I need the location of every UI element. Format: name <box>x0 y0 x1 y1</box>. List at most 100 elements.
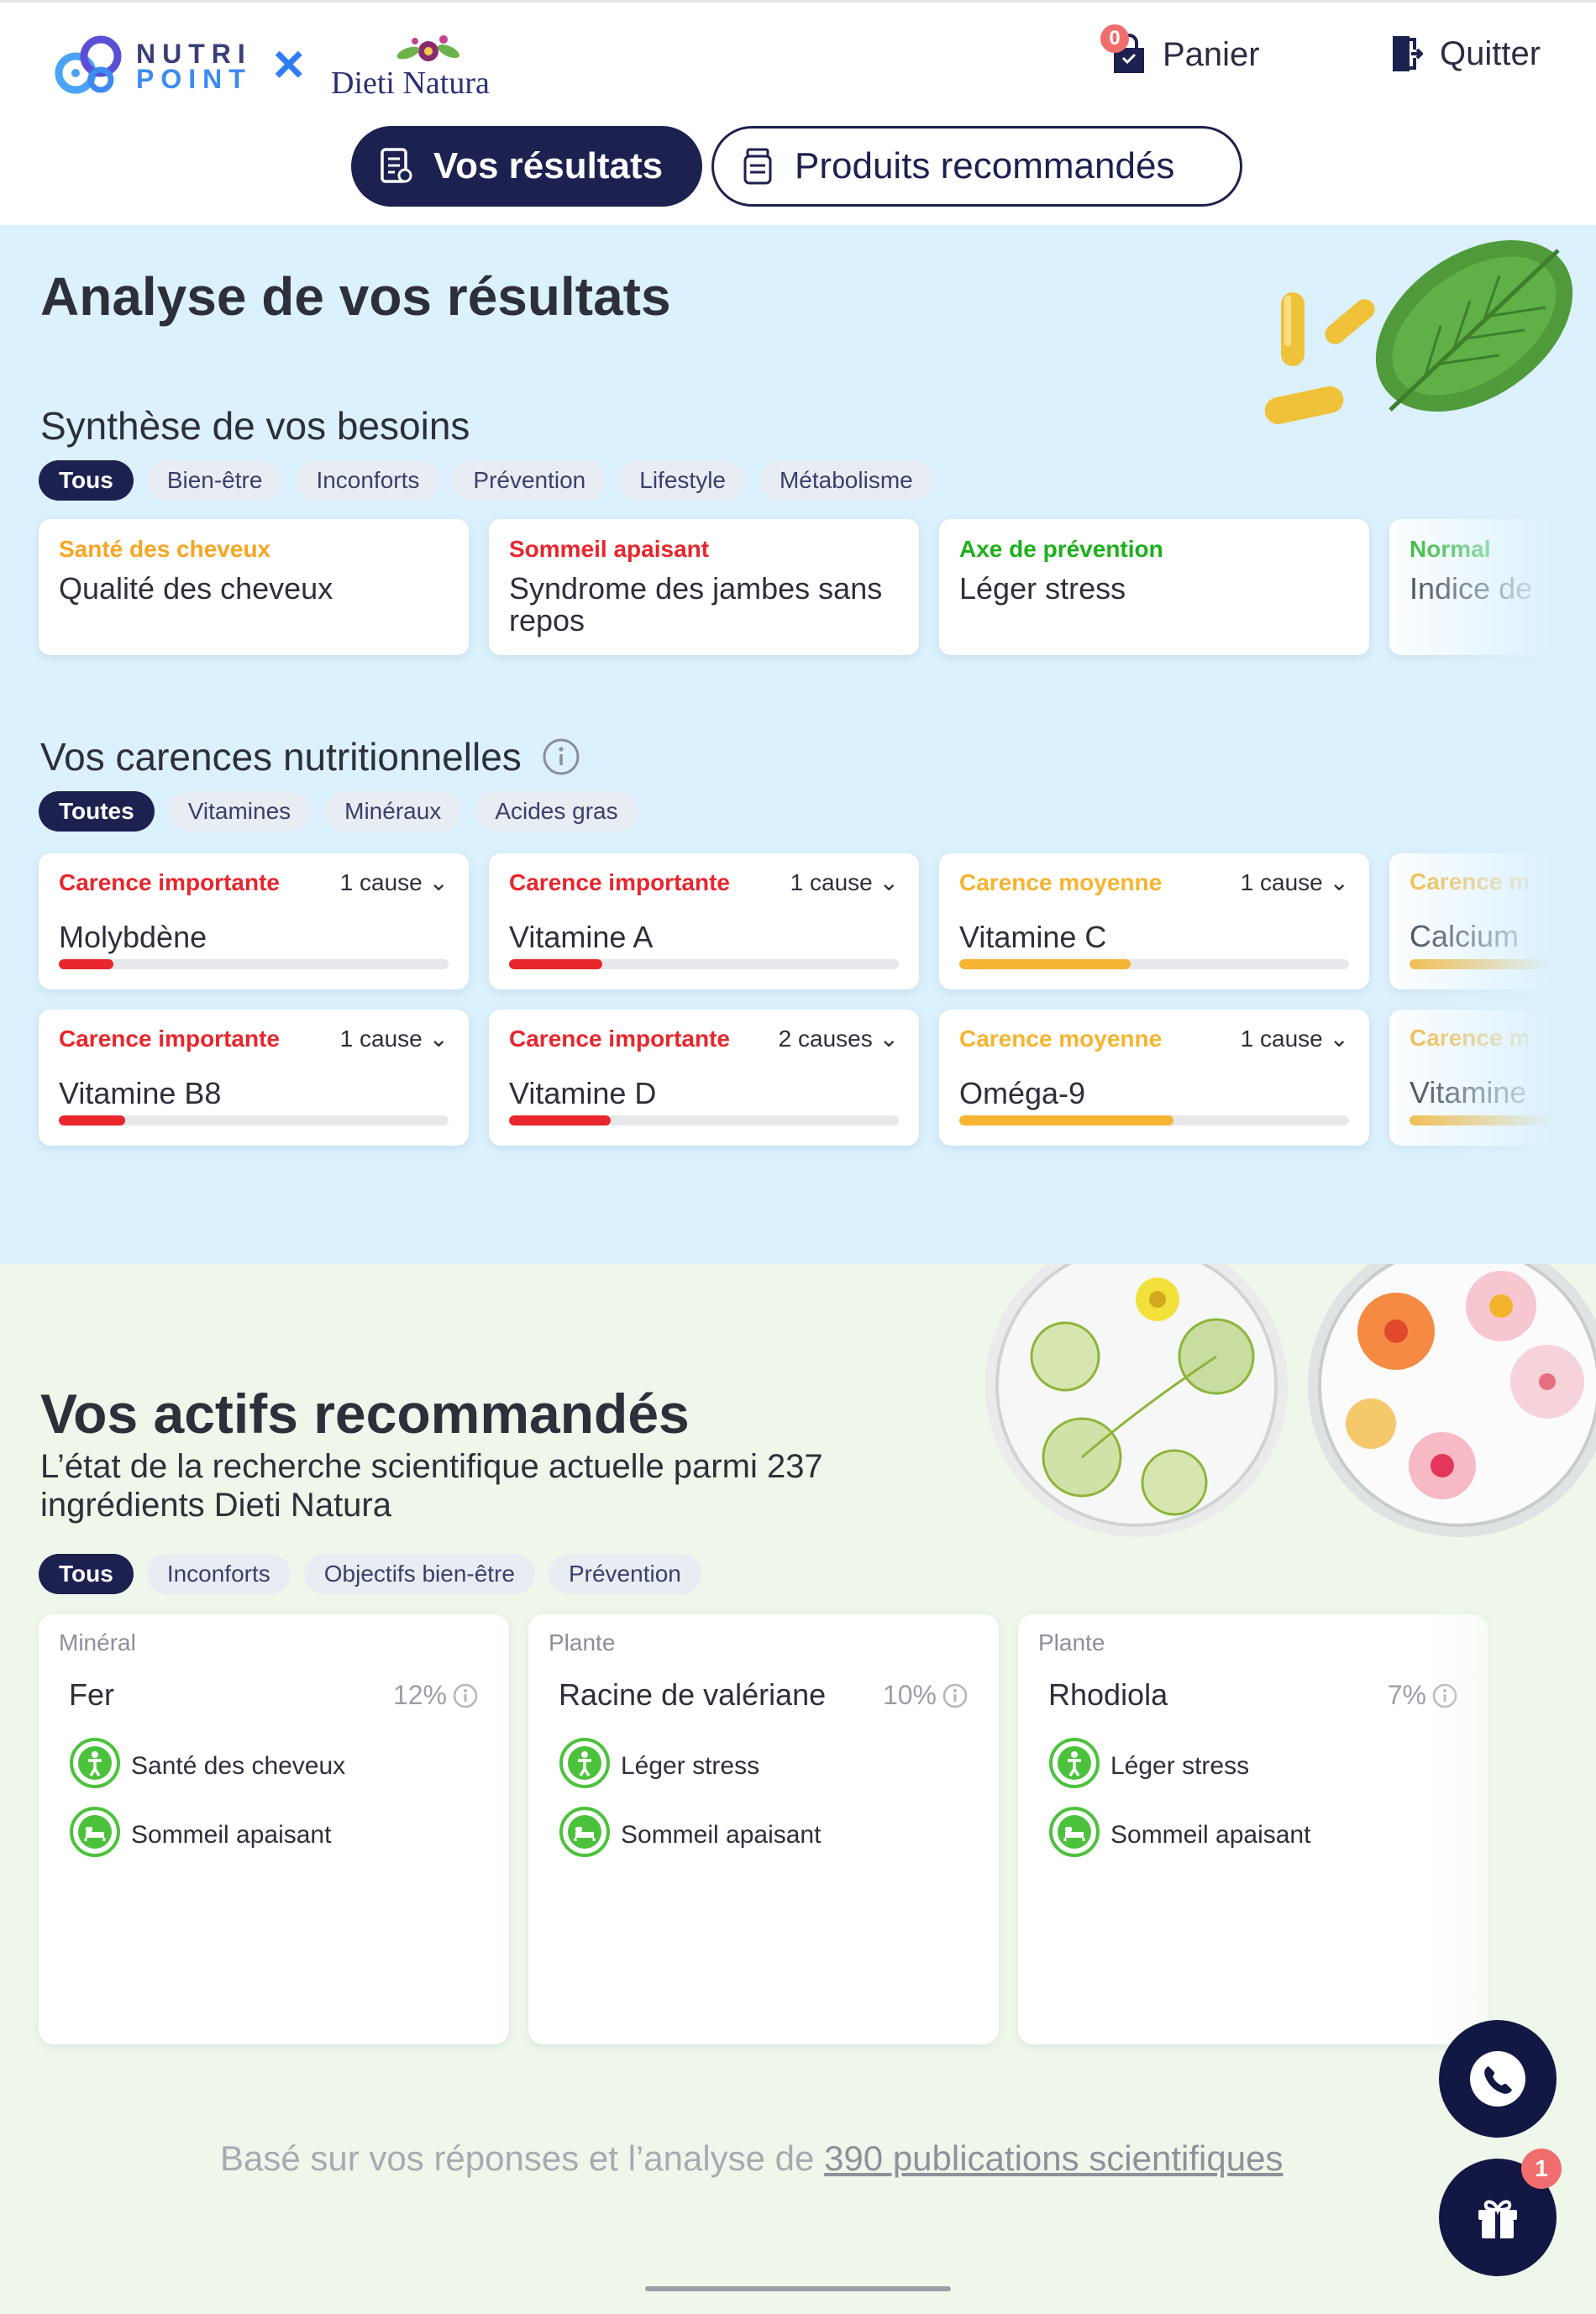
active-card[interactable]: Plante Rhodiola 7% Léger stress Sommeil apai… <box>1018 1614 1488 2044</box>
active-card[interactable]: Minéral Fer 12% Santé des cheveux Sommeil ap… <box>39 1614 509 2044</box>
publications-link[interactable]: 390 publications scientifiques <box>824 2138 1283 2178</box>
need-category: Axe de prévention <box>959 536 1163 562</box>
info-icon[interactable] <box>942 1682 969 1709</box>
actives-filter-chip[interactable]: Prévention <box>548 1554 701 1594</box>
cause-dropdown[interactable]: 1 cause ⌄ <box>790 868 899 896</box>
needs-filter-chip[interactable]: Lifestyle <box>619 460 746 501</box>
needs-filter-chip[interactable]: Tous <box>39 460 134 501</box>
footer-note-prefix: Basé sur vos réponses et l’analyse de <box>220 2138 825 2178</box>
carousel-fade <box>1428 1614 1596 2044</box>
dieti-natura-logo[interactable]: Dieti Natura <box>328 33 533 103</box>
deficiency-card[interactable]: Carence moyenne 1 cause ⌄ Oméga-9 <box>939 1010 1369 1146</box>
deficiency-severity: Carence moyenne <box>959 868 1163 895</box>
deficiency-card[interactable]: Carence importante 1 cause ⌄ Vitamine A <box>489 853 919 989</box>
actives-filter-chip[interactable]: Objectifs bien-être <box>303 1554 535 1594</box>
deficiency-name: Molybdène <box>59 920 207 954</box>
needs-filter-chip[interactable]: Inconforts <box>296 460 440 501</box>
deficiency-filter-chips: Toutes Vitamines Minéraux Acides gras <box>39 791 638 832</box>
document-icon <box>381 148 412 183</box>
tab-results[interactable]: Vos résultats <box>351 126 702 207</box>
logo-cross-separator: × <box>273 34 305 94</box>
shopping-bag-icon: 0 <box>1100 24 1147 76</box>
deficiency-card[interactable]: Carence m Calcium <box>1389 853 1596 989</box>
need-card[interactable]: Axe de prévention Léger stress <box>939 519 1369 655</box>
deficiencies-title-text: Vos carences nutritionnelles <box>40 735 522 779</box>
analysis-section: Analyse de vos résultats Synthèse de vos… <box>0 225 1596 1264</box>
deficiency-card[interactable]: Carence m Vitamine <box>1389 1010 1596 1146</box>
nutripoint-wordmark: NUTRI POINT <box>136 39 252 92</box>
info-icon[interactable] <box>452 1682 479 1709</box>
info-icon[interactable] <box>542 737 580 776</box>
deficiency-level-fill <box>1410 1115 1566 1126</box>
quit-button[interactable]: Quitter <box>1389 33 1541 75</box>
cause-count: 1 cause <box>790 869 873 895</box>
deficiency-name: Vitamine A <box>509 920 654 954</box>
need-card[interactable]: Normal Indice de <box>1389 519 1596 655</box>
chevron-down-icon: ⌄ <box>428 869 449 895</box>
deficiency-filter-chip[interactable]: Toutes <box>39 791 155 832</box>
needs-filter-chip[interactable]: Bien-être <box>146 460 283 501</box>
benefit-label: Léger stress <box>621 1752 760 1780</box>
deficiency-name: Vitamine <box>1410 1075 1527 1110</box>
tab-results-label: Vos résultats <box>433 145 664 186</box>
cart-button[interactable]: 0 Panier <box>1100 24 1260 76</box>
deficiency-card[interactable]: Carence importante 1 cause ⌄ Molybdène <box>39 853 469 989</box>
deficiency-name: Vitamine D <box>509 1076 657 1110</box>
deficiency-filter-chip[interactable]: Vitamines <box>167 791 312 832</box>
chevron-down-icon: ⌄ <box>428 1026 449 1052</box>
need-card[interactable]: Santé des cheveux Qualité des cheveux <box>39 519 469 655</box>
need-category: Normal <box>1410 536 1491 562</box>
need-text: Qualité des cheveux <box>59 571 333 606</box>
deficiency-name: Vitamine B8 <box>59 1076 222 1110</box>
active-percentage-value: 12% <box>392 1680 447 1710</box>
active-type: Plante <box>1038 1629 1105 1655</box>
nutripoint-mark-icon <box>55 35 122 94</box>
deficiency-card[interactable]: Carence importante 2 causes ⌄ Vitamine D <box>489 1010 919 1146</box>
jar-icon <box>743 148 772 185</box>
cause-count: 1 cause <box>1240 869 1323 895</box>
deficiency-filter-chip[interactable]: Minéraux <box>324 791 462 832</box>
deficiency-severity: Carence moyenne <box>959 1025 1163 1052</box>
need-card[interactable]: Sommeil apaisant Syndrome des jambes san… <box>489 519 919 655</box>
active-benefit: Sommeil apaisant <box>1048 1806 1310 1865</box>
benefit-label: Santé des cheveux <box>131 1752 346 1780</box>
deficiency-level-fill <box>509 1115 611 1126</box>
deficiency-name: Oméga-9 <box>959 1076 1086 1110</box>
call-button[interactable] <box>1439 2020 1557 2138</box>
person-icon <box>69 1737 131 1796</box>
deficiency-name: Calcium <box>1410 919 1520 953</box>
quit-label: Quitter <box>1440 34 1541 72</box>
home-indicator <box>645 2286 951 2291</box>
needs-filter-chip[interactable]: Prévention <box>453 460 606 501</box>
deficiency-severity: Carence importante <box>509 868 730 895</box>
needs-filter-chip[interactable]: Métabolisme <box>759 460 933 501</box>
deficiency-severity: Carence importante <box>59 1025 280 1052</box>
deficiency-card[interactable]: Carence moyenne 1 cause ⌄ Vitamine C <box>939 853 1369 989</box>
deficiency-card[interactable]: Carence importante 1 cause ⌄ Vitamine B8 <box>39 1010 469 1146</box>
actives-filter-chip[interactable]: Tous <box>39 1554 134 1594</box>
active-type: Minéral <box>59 1629 136 1655</box>
cause-dropdown[interactable]: 2 causes ⌄ <box>779 1025 899 1052</box>
benefit-label: Sommeil apaisant <box>131 1821 332 1849</box>
cause-dropdown[interactable]: 1 cause ⌄ <box>1241 1025 1349 1052</box>
need-category: Santé des cheveux <box>59 536 271 562</box>
active-card[interactable]: Plante Racine de valériane 10% Léger stress… <box>528 1614 999 2044</box>
active-benefit: Léger stress <box>1048 1737 1249 1796</box>
nutripoint-logo[interactable]: NUTRI POINT <box>54 33 252 100</box>
gift-button[interactable]: 1 <box>1439 2149 1562 2276</box>
active-percentage: 12% <box>393 1680 479 1711</box>
deficiency-severity: Carence importante <box>509 1025 730 1052</box>
deficiency-filter-chip[interactable]: Acides gras <box>475 791 638 832</box>
tab-products[interactable]: Produits recommandés <box>711 126 1242 207</box>
gift-icon <box>1478 2200 1517 2238</box>
deficiency-severity: Carence m <box>1410 1025 1530 1051</box>
logo-dieti-natura-text: Dieti Natura <box>331 66 490 101</box>
petri-dish-green-illustration <box>985 1264 1288 1537</box>
cause-dropdown[interactable]: 1 cause ⌄ <box>340 1025 449 1052</box>
cause-count: 1 cause <box>1240 1026 1323 1052</box>
cause-dropdown[interactable]: 1 cause ⌄ <box>1241 868 1349 896</box>
cause-dropdown[interactable]: 1 cause ⌄ <box>340 868 449 896</box>
logo-nutri-line1: NUTRI <box>136 39 252 69</box>
deficiency-level-fill <box>959 959 1131 969</box>
actives-filter-chip[interactable]: Inconforts <box>146 1554 291 1594</box>
